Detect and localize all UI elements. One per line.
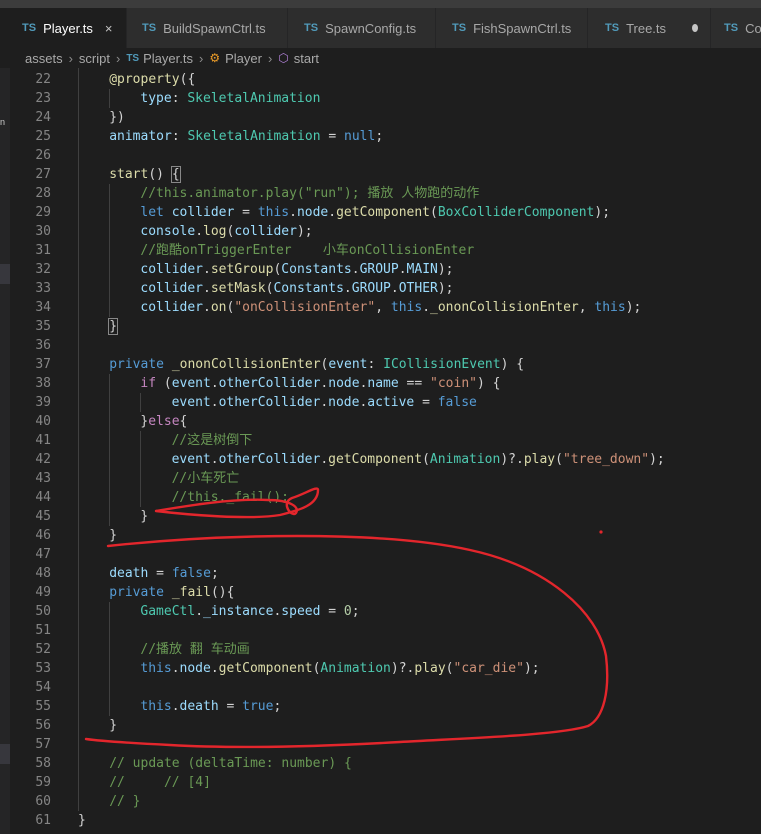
red-annotation-layer xyxy=(84,487,609,749)
annotation-dot xyxy=(599,530,603,534)
annotation-underline-stroke xyxy=(154,487,320,519)
annotation-circle-stroke xyxy=(84,534,609,749)
